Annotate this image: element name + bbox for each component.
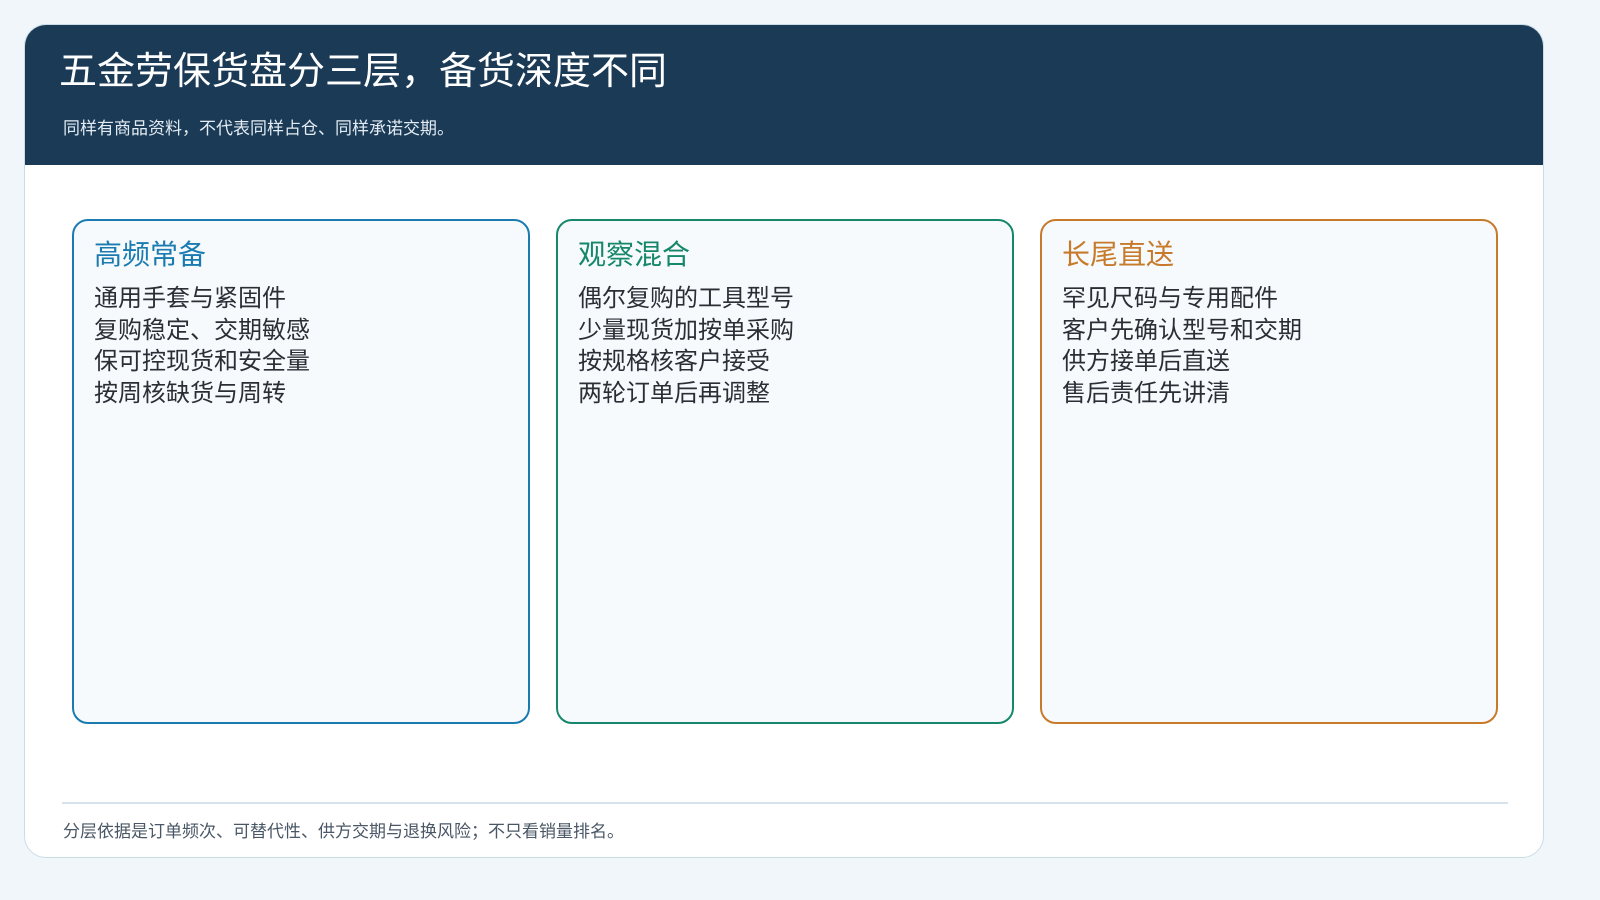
card-item-list: 罕见尺码与专用配件 客户先确认型号和交期 供方接单后直送 售后责任先讲清 — [1062, 283, 1302, 409]
card-item: 罕见尺码与专用配件 — [1062, 284, 1278, 312]
card-item: 售后责任先讲清 — [1062, 378, 1230, 407]
card-title: 长尾直送 — [1062, 238, 1175, 271]
footer-note: 分层依据是订单频次、可替代性、供方交期与退换风险；不只看销量排名。 — [63, 822, 624, 842]
card-observe-mixed: 观察混合 偶尔复购的工具型号 少量现货加按单采购 按规格核客户接受 两轮订单后再… — [556, 219, 1014, 724]
card-item-list: 偶尔复购的工具型号 少量现货加按单采购 按规格核客户接受 两轮订单后再调整 — [578, 283, 794, 409]
card-item: 偶尔复购的工具型号 — [578, 284, 794, 312]
card-item-list: 通用手套与紧固件 复购稳定、交期敏感 保可控现货和安全量 按周核缺货与周转 — [94, 283, 310, 409]
card-item: 两轮订单后再调整 — [578, 378, 770, 407]
page-title: 五金劳保货盘分三层，备货深度不同 — [59, 49, 668, 93]
card-title: 观察混合 — [578, 238, 691, 271]
card-item: 按周核缺货与周转 — [94, 378, 286, 407]
card-long-tail-direct: 长尾直送 罕见尺码与专用配件 客户先确认型号和交期 供方接单后直送 售后责任先讲… — [1040, 219, 1498, 724]
card-item: 通用手套与紧固件 — [94, 284, 286, 312]
card-item: 复购稳定、交期敏感 — [94, 315, 310, 344]
card-item: 供方接单后直送 — [1062, 347, 1230, 375]
slide: 五金劳保货盘分三层，备货深度不同 同样有商品资料，不代表同样占仓、同样承诺交期。… — [24, 24, 1544, 858]
card-item: 按规格核客户接受 — [578, 347, 770, 375]
card-item: 保可控现货和安全量 — [94, 347, 310, 375]
card-title: 高频常备 — [94, 238, 207, 271]
footer-divider — [62, 802, 1508, 804]
card-item: 少量现货加按单采购 — [578, 315, 794, 344]
header-banner: 五金劳保货盘分三层，备货深度不同 同样有商品资料，不代表同样占仓、同样承诺交期。 — [25, 25, 1543, 165]
page-subtitle: 同样有商品资料，不代表同样占仓、同样承诺交期。 — [63, 119, 454, 139]
card-high-frequency: 高频常备 通用手套与紧固件 复购稳定、交期敏感 保可控现货和安全量 按周核缺货与… — [72, 219, 530, 724]
card-item: 客户先确认型号和交期 — [1062, 315, 1302, 344]
